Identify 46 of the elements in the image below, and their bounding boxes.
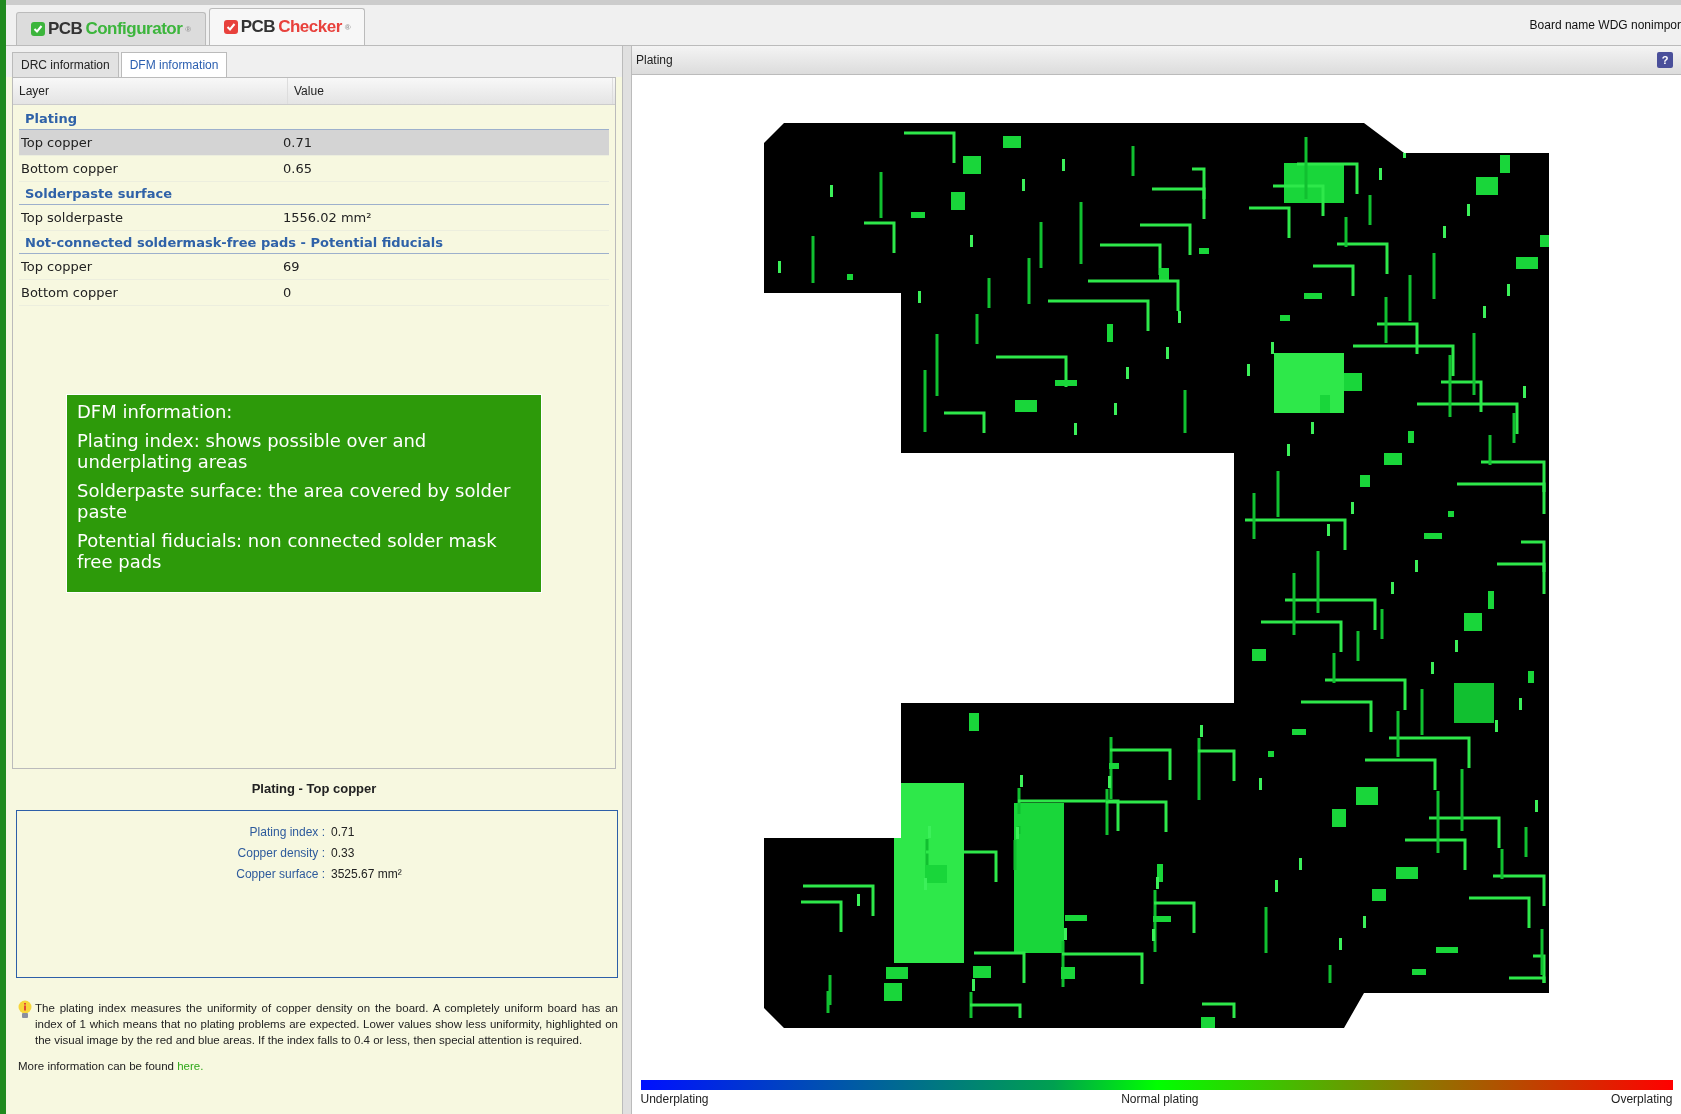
layer-cell-text: Bottom copper — [20, 161, 119, 176]
metric-label: Copper surface : — [235, 867, 326, 883]
metric-label: Plating index : — [248, 825, 326, 841]
group-row[interactable]: Solderpaste surface — [19, 182, 609, 205]
layer-cell-text: Top solderpaste — [20, 210, 125, 225]
layer-cell-text: Top copper — [20, 135, 94, 150]
table-row[interactable]: Top copper 69 — [19, 254, 609, 280]
help-text: The plating index measures the uniformity of copper density on the board. A completely uniform board has an index of 1 which means that no plating problems are expected. Lower values show less uniformity, highlighted on the visual image by the red and blue areas. If the index falls to 0.4 or less, then special attention is required. — [35, 1001, 618, 1048]
table-row[interactable]: Top copper 0.71 — [19, 130, 609, 156]
lightbulb-icon — [18, 1000, 32, 1020]
table-row[interactable]: Bottom copper 0.65 — [19, 156, 609, 182]
value-cell-text: 0.65 — [283, 161, 313, 176]
viewer-title: Plating — [636, 53, 673, 67]
help-button[interactable]: ? — [1657, 52, 1673, 68]
value-cell-text: 1556.02 mm² — [283, 210, 373, 225]
metric-value: 3525.67 mm² — [331, 867, 402, 883]
value-cell-text: 0 — [283, 285, 293, 300]
callout-text: Plating index: shows possible over and underplating areas — [77, 430, 428, 472]
more-info-text: More information can be found here. — [17, 1059, 205, 1072]
app-tab[interactable]: PCB Configurator $^{®}$ — [16, 12, 206, 45]
scale-label: Underplating — [640, 1092, 709, 1106]
logo-icon — [31, 22, 45, 36]
metric-value: 0.33 — [331, 846, 355, 862]
scale-label: Normal plating — [1121, 1092, 1199, 1106]
info-tab[interactable]: DFM information — [120, 52, 228, 77]
board-name: Board name WDG nonimpor — [1529, 18, 1681, 32]
scale-label: Overplating — [1611, 1092, 1673, 1106]
app-tab[interactable]: PCB Checker $^{®}$ — [208, 8, 366, 45]
table-row[interactable]: Bottom copper 0 — [19, 280, 609, 306]
splitter-handle[interactable] — [623, 46, 632, 1114]
value-cell-text: 69 — [283, 259, 301, 274]
layer-cell-text: Bottom copper — [20, 285, 119, 300]
layer-cell-text: Top copper — [20, 259, 94, 274]
callout-title: DFM information: — [77, 401, 234, 422]
metric-label: Copper density : — [236, 846, 326, 862]
table-row[interactable]: Top solderpaste 1556.02 mm² — [19, 205, 609, 231]
callout-text: Solderpaste surface: the area covered by solder paste — [77, 480, 512, 522]
callout-text: Potential fiducials: non connected solder mask free pads — [77, 530, 498, 572]
metric-value: 0.71 — [331, 825, 355, 841]
column-header[interactable]: Value — [288, 78, 613, 104]
value-cell-text: 0.71 — [283, 135, 313, 150]
info-tab[interactable]: DRC information — [12, 52, 119, 77]
logo-icon — [223, 20, 238, 34]
column-header[interactable]: Layer — [13, 78, 288, 104]
group-row[interactable]: Not-connected soldermask-free pads - Potential fiducials — [19, 231, 609, 254]
detail-title: Plating - Top copper — [250, 780, 378, 798]
